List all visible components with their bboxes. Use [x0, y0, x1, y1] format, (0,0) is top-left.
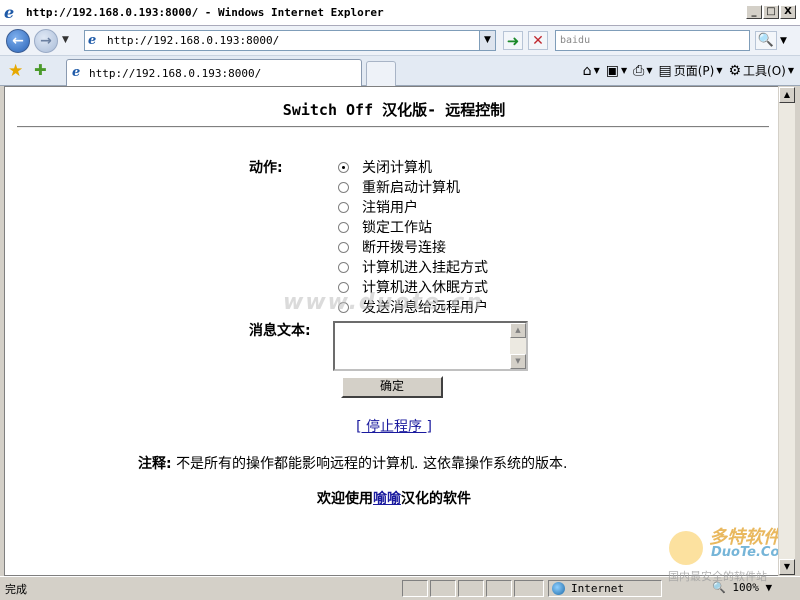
window-title: http://192.168.0.193:8000/ - Windows Int… [26, 6, 384, 19]
window-controls: _ □ X [746, 5, 796, 19]
status-cell [458, 580, 484, 597]
print-button[interactable]: ⎙ ▼ [633, 63, 652, 79]
message-textarea[interactable]: ▲ ▼ [333, 321, 528, 371]
message-label: 消息文本: [249, 323, 311, 339]
home-icon: ⌂ [582, 62, 592, 79]
scroll-up-icon[interactable]: ▲ [510, 323, 526, 338]
radio-label: 关闭计算机 [362, 160, 432, 176]
page-menu-icon: ▤ [658, 62, 672, 79]
watermark-middle: www.duote.cn [283, 290, 484, 315]
stop-program-link-container: [ 停止程序 ] [5, 416, 781, 436]
maximize-button[interactable]: □ [763, 5, 779, 19]
favorites-star-icon[interactable]: ★ [8, 61, 23, 81]
textarea-scrollbar[interactable]: ▲ ▼ [510, 323, 526, 369]
scroll-down-icon[interactable]: ▼ [510, 354, 526, 369]
go-button[interactable]: ➜ [503, 31, 523, 50]
radio-label: 注销用户 [362, 200, 418, 216]
tools-menu-label: 工具(O) [743, 64, 786, 78]
radio-option-restart[interactable]: 重新启动计算机 [335, 177, 488, 197]
radio-button[interactable] [338, 261, 349, 273]
page-title: Switch Off 汉化版- 远程控制 [282, 101, 506, 119]
page-viewport: Switch Off 汉化版- 远程控制 动作: 关闭计算机 重新启动计算机 注… [4, 86, 782, 576]
status-cell [486, 580, 512, 597]
search-icon[interactable]: 🔍 [755, 31, 777, 50]
note-body: 不是所有的操作都能影响远程的计算机. 这依靠操作系统的版本. [176, 456, 568, 472]
welcome-suffix: 汉化的软件 [401, 491, 471, 507]
minimize-button[interactable]: _ [746, 5, 762, 19]
tab-toolbar: ★ ✚ e http://192.168.0.193:8000/ ⌂ ▼ ▣ ▼ ⎙… [0, 56, 800, 86]
status-text: 完成 [5, 583, 27, 596]
note-text: 注释: 不是所有的操作都能影响远程的计算机. 这依靠操作系统的版本. [138, 453, 567, 473]
radio-button[interactable] [338, 201, 349, 213]
radio-button[interactable] [338, 221, 349, 233]
new-tab-button[interactable] [366, 61, 396, 86]
radio-button[interactable] [338, 161, 349, 173]
tab-label: http://192.168.0.193:8000/ [89, 67, 262, 80]
radio-option-shutdown[interactable]: 关闭计算机 [335, 157, 488, 177]
gear-icon: ⚙ [728, 62, 742, 79]
status-cell [402, 580, 428, 597]
radio-label: 重新启动计算机 [362, 180, 460, 196]
ie-logo-icon: e [4, 2, 15, 22]
back-button[interactable]: ← [6, 29, 30, 53]
title-divider [17, 126, 769, 128]
home-button[interactable]: ⌂ ▼ [583, 63, 600, 79]
action-label: 动作: [249, 160, 283, 176]
address-toolbar: ← → ▼ e http://192.168.0.193:8000/ ▼ ➜ ✕… [0, 26, 800, 56]
page-menu[interactable]: ▤ 页面(P) ▼ [658, 62, 722, 79]
feeds-button[interactable]: ▣ ▼ [606, 63, 627, 79]
welcome-text: 欢迎使用喻喻汉化的软件 [5, 488, 781, 508]
mascot-icon [669, 531, 703, 565]
page-icon: e [88, 33, 97, 48]
globe-icon [552, 582, 565, 595]
watermark-bottom: 国内最安全的软件站 [668, 570, 767, 583]
radio-option-lock[interactable]: 锁定工作站 [335, 217, 488, 237]
radio-label: 计算机进入挂起方式 [362, 260, 488, 276]
search-dropdown-icon[interactable]: ▼ [780, 36, 787, 46]
address-dropdown-icon[interactable]: ▼ [479, 31, 495, 50]
translator-link[interactable]: 喻喻 [373, 491, 401, 507]
radio-option-suspend[interactable]: 计算机进入挂起方式 [335, 257, 488, 277]
rss-feed-icon: ▣ [605, 62, 619, 79]
history-dropdown-icon[interactable]: ▼ [62, 35, 69, 45]
tab-page-icon: e [72, 65, 81, 80]
radio-label: 锁定工作站 [362, 220, 432, 236]
radio-option-hangup[interactable]: 断开拨号连接 [335, 237, 488, 257]
tools-menu[interactable]: ⚙ 工具(O) ▼ [728, 62, 794, 79]
page-menu-label: 页面(P) [673, 64, 715, 78]
watermark-logo-en: DuoTe.Com [711, 545, 781, 560]
status-cell [430, 580, 456, 597]
security-zone[interactable]: Internet [548, 580, 662, 597]
title-bar: e http://192.168.0.193:8000/ - Windows I… [0, 0, 800, 26]
add-favorites-icon[interactable]: ✚ [34, 61, 47, 79]
stop-button[interactable]: ✕ [528, 31, 548, 50]
address-url[interactable]: http://192.168.0.193:8000/ [107, 34, 279, 47]
close-button[interactable]: X [780, 5, 796, 19]
page-scrollbar[interactable]: ▲ ▼ [778, 86, 796, 576]
printer-icon: ⎙ [633, 62, 645, 79]
tab-current[interactable]: e http://192.168.0.193:8000/ [66, 59, 362, 86]
search-input[interactable] [556, 31, 749, 50]
welcome-prefix: 欢迎使用 [317, 491, 373, 507]
stop-program-link[interactable]: [ 停止程序 ] [356, 419, 432, 435]
radio-option-logoff[interactable]: 注销用户 [335, 197, 488, 217]
command-bar: ⌂ ▼ ▣ ▼ ⎙ ▼ ▤ 页面(P) ▼ ⚙ 工具(O) ▼ [583, 62, 794, 79]
status-cell [514, 580, 544, 597]
ok-button[interactable]: 确定 [341, 376, 443, 398]
scroll-down-icon[interactable]: ▼ [779, 559, 795, 575]
radio-button[interactable] [338, 241, 349, 253]
zone-label: Internet [571, 582, 624, 595]
scroll-up-icon[interactable]: ▲ [779, 87, 795, 103]
note-label: 注释: [138, 456, 172, 472]
search-box[interactable] [555, 30, 750, 51]
radio-label: 断开拨号连接 [362, 240, 446, 256]
radio-button[interactable] [338, 181, 349, 193]
address-bar[interactable]: e http://192.168.0.193:8000/ ▼ [84, 30, 496, 51]
forward-button[interactable]: → [34, 29, 58, 53]
